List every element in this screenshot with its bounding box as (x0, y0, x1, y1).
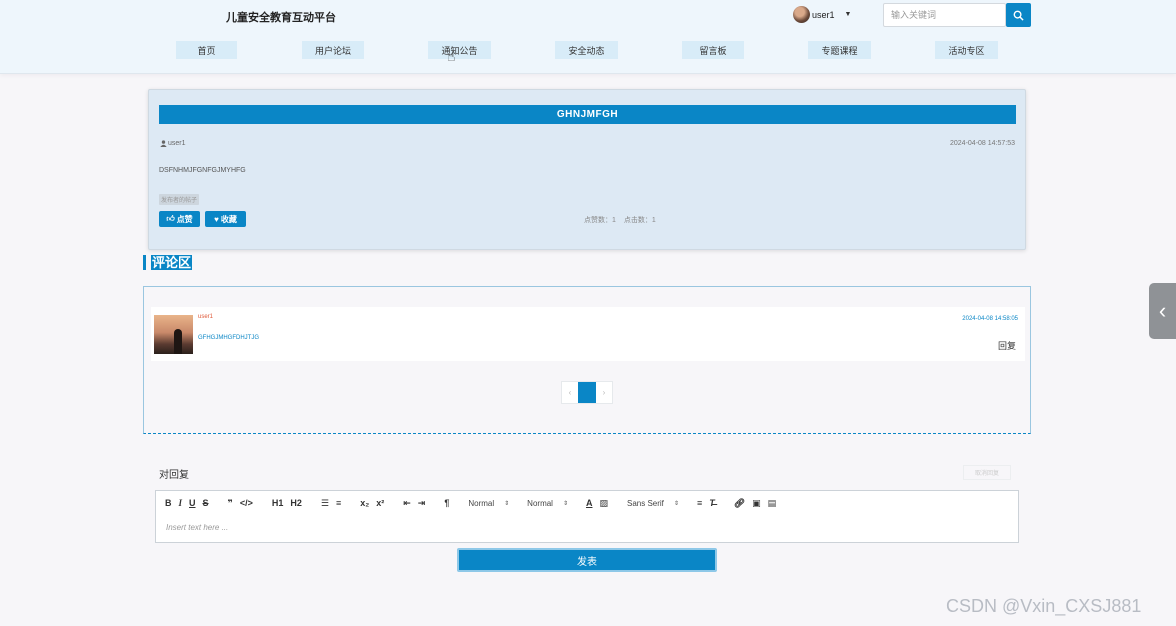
user-avatar[interactable] (793, 6, 810, 23)
user-menu[interactable]: user1 ▼ (793, 6, 851, 23)
image-icon[interactable]: ▣ (752, 498, 761, 509)
bold-icon[interactable]: B (165, 498, 172, 508)
size-select[interactable]: Normal ⇕ (468, 499, 509, 508)
search-input[interactable] (883, 3, 1006, 27)
comments-section: user1 GFHGJMHGFDHJTJG 2024-04-08 14:58:0… (143, 286, 1031, 434)
pagination: ‹ › (561, 381, 613, 404)
pagination-current-page[interactable] (578, 382, 596, 403)
mouse-cursor-icon: ☝ (447, 48, 456, 64)
caret-down-icon[interactable]: ▼ (845, 11, 852, 18)
blockquote-icon[interactable]: ❞ (228, 498, 233, 509)
favorite-button[interactable]: ♥ 收藏 (205, 211, 246, 227)
heading-accent-bar (143, 255, 146, 270)
comments-heading: 评论区 (143, 255, 193, 270)
superscript-icon[interactable]: x² (376, 498, 384, 508)
header-select[interactable]: Normal ⇕ (527, 499, 568, 508)
comment-text: GFHGJMHGFDHJTJG (198, 335, 259, 341)
search-button[interactable] (1006, 3, 1031, 27)
ordered-list-icon[interactable]: ☰ (321, 498, 329, 509)
nav-item-activities[interactable]: 活动专区 (935, 41, 998, 59)
submit-button[interactable]: 发表 (457, 548, 717, 572)
search-icon (1013, 10, 1024, 21)
font-color-icon[interactable]: A (586, 498, 593, 508)
editor-toolbar: B I U S ❞ </> H1 H2 ☰ ≡ x₂ x² ⇤ ⇥ ¶ Norm… (155, 490, 1019, 516)
post-tag: 发布者的帖子 (159, 194, 200, 205)
heart-icon: ♥ (214, 214, 219, 224)
select-arrows-icon: ⇕ (673, 500, 679, 507)
nav-item-forum[interactable]: 用户论坛 (302, 41, 364, 59)
click-count: 点击数：1 (623, 217, 656, 224)
nav-item-courses[interactable]: 专题课程 (808, 41, 871, 59)
post-stats: 点赞数：1 点击数：1 (584, 215, 656, 225)
reply-editor[interactable]: Insert text here ... (155, 515, 1019, 543)
text-direction-icon[interactable]: ¶ (444, 498, 449, 508)
comment-avatar (154, 315, 193, 354)
favorite-button-label: 收藏 (220, 214, 237, 224)
pagination-next-button[interactable]: › (596, 382, 612, 403)
post-author: user1 (160, 140, 186, 147)
font-select[interactable]: Sans Serif ⇕ (627, 499, 679, 508)
code-block-icon[interactable]: </> (240, 498, 253, 508)
header-select-value: Normal (527, 498, 553, 508)
header2-icon[interactable]: H2 (290, 498, 302, 508)
like-count: 点赞数：1 (584, 217, 616, 224)
comment-item: user1 GFHGJMHGFDHJTJG 2024-04-08 14:58:0… (151, 307, 1025, 361)
comment-user: user1 (198, 314, 214, 320)
select-arrows-icon: ⇕ (562, 500, 568, 507)
side-panel-toggle[interactable]: ‹ (1149, 283, 1176, 339)
user-icon (160, 140, 167, 147)
like-button-label: 点赞 (176, 214, 193, 224)
select-arrows-icon: ⇕ (504, 500, 510, 507)
nav-item-home[interactable]: 首页 (176, 41, 237, 59)
underline-icon[interactable]: U (189, 498, 196, 508)
italic-icon[interactable]: I (179, 498, 183, 508)
site-title: 儿童安全教育互动平台 (226, 12, 336, 24)
outdent-icon[interactable]: ⇤ (403, 498, 411, 509)
thumbs-up-icon: 👍︎ (166, 214, 175, 223)
site-header: 儿童安全教育互动平台 user1 ▼ 首页 用户论坛 通知公告 安全动态 留言板… (0, 0, 1176, 74)
nav-item-safety-news[interactable]: 安全动态 (555, 41, 618, 59)
strikethrough-icon[interactable]: S (203, 498, 209, 508)
username[interactable]: user1 (812, 10, 835, 20)
comment-date: 2024-04-08 14:58:05 (962, 316, 1018, 322)
post-author-name: user1 (168, 140, 186, 147)
reply-label: 对回复 (159, 470, 189, 481)
post-date: 2024-04-08 14:57:53 (950, 140, 1015, 147)
chevron-left-icon: ‹ (1158, 298, 1167, 323)
background-color-icon[interactable]: ▨ (599, 498, 608, 509)
bullet-list-icon[interactable]: ≡ (336, 498, 341, 508)
size-select-value: Normal (468, 498, 495, 508)
post-card: GHNJMFGH user1 2024-04-08 14:57:53 DSFNH… (148, 89, 1026, 250)
like-button[interactable]: 👍︎ 点赞 (159, 211, 200, 227)
align-icon[interactable]: ≡ (697, 498, 702, 508)
subscript-icon[interactable]: x₂ (360, 498, 369, 508)
font-select-value: Sans Serif (627, 498, 664, 508)
post-content: DSFNHMJFGNFGJMYHFG (159, 167, 246, 174)
indent-icon[interactable]: ⇥ (418, 498, 426, 509)
video-icon[interactable]: ▤ (768, 498, 777, 509)
pagination-prev-button[interactable]: ‹ (562, 382, 578, 403)
post-title: GHNJMFGH (159, 105, 1016, 124)
link-icon[interactable]: 🔗︎ (734, 498, 745, 509)
clear-format-icon[interactable]: T̶ (709, 498, 715, 508)
nav-item-message-board[interactable]: 留言板 (682, 41, 744, 59)
watermark: CSDN @Vxin_CXSJ881 (946, 596, 1142, 616)
cancel-reply-button[interactable]: 取消回复 (963, 465, 1011, 480)
nav-item-notice[interactable]: 通知公告 (428, 41, 491, 59)
comments-heading-text: 评论区 (151, 255, 193, 270)
header1-icon[interactable]: H1 (272, 498, 284, 508)
reply-button[interactable]: 回复 (998, 339, 1016, 352)
